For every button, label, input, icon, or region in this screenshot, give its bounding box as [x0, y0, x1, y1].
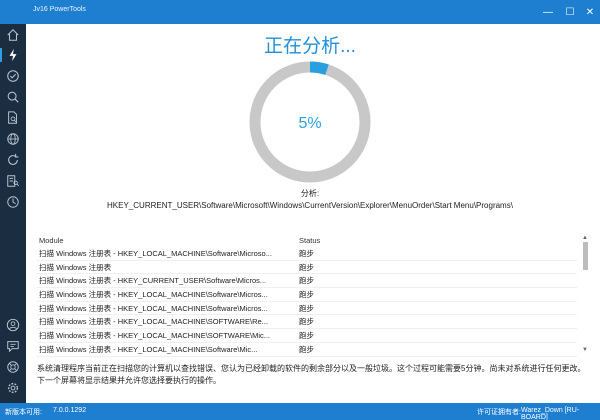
scan-description: 系统清理程序当前正在扫描您的计算机以查找错误、您认为已经卸载的软件的剩余部分以及…: [37, 364, 586, 385]
table-row[interactable]: 扫描 Windows 注册表 - HKEY_CURRENT_USER\Softw…: [37, 274, 577, 289]
scroll-down-arrow[interactable]: ▼: [580, 346, 590, 354]
status-cell: 跑步: [299, 331, 314, 341]
sidebar-item-refresh[interactable]: [4, 151, 22, 169]
module-cell: 扫描 Windows 注册表 - HKEY_LOCAL_MACHINE\SOFT…: [39, 331, 271, 341]
analysis-label: 分析:: [300, 189, 320, 198]
status-cell: 跑步: [299, 344, 314, 354]
progress-percent: 5%: [298, 115, 321, 132]
help-icon: [7, 361, 19, 373]
sidebar-item-settings[interactable]: [4, 379, 22, 397]
sidebar-item-history[interactable]: [4, 193, 22, 211]
chat-icon: [7, 341, 19, 353]
license-label: 许可证拥有者:: [477, 409, 521, 416]
module-cell: 扫描 Windows 注册表 - HKEY_LOCAL_MACHINE\Soft…: [39, 249, 272, 258]
scroll-up-arrow[interactable]: ▲: [580, 234, 590, 242]
status-bar: 新版本可用: 7.0.0.1292 许可证拥有者: Warez_Down [RU…: [0, 403, 600, 420]
close-button[interactable]: ✕: [578, 0, 600, 24]
table-scrollbar[interactable]: ▲ ▼: [580, 234, 590, 354]
analysis-path: HKEY_CURRENT_USER\Software\Microsoft\Win…: [107, 201, 513, 210]
document-search-icon: [7, 175, 19, 187]
table-row[interactable]: 扫描 Windows 注册表 - HKEY_LOCAL_MACHINE\SOFT…: [37, 329, 577, 343]
module-cell: 扫描 Windows 注册表 - HKEY_LOCAL_MACHINE\Soft…: [39, 303, 268, 313]
sidebar-item-file-search[interactable]: [4, 109, 22, 127]
status-cell: 跑步: [299, 276, 314, 286]
home-icon: [7, 29, 19, 41]
settings-icon: [7, 382, 19, 394]
minimize-button[interactable]: —: [536, 0, 560, 24]
status-cell: 跑步: [299, 262, 314, 272]
app-title: Jv16 PowerTools: [33, 6, 86, 13]
table-body: 扫描 Windows 注册表 - HKEY_LOCAL_MACHINE\Soft…: [37, 247, 577, 357]
refresh-icon: [8, 153, 19, 165]
sidebar-item-internet[interactable]: [4, 130, 22, 148]
module-table: Module Status 扫描 Windows 注册表 - HKEY_LOCA…: [37, 234, 592, 357]
sidebar-item-help[interactable]: [4, 358, 22, 376]
module-cell: 扫描 Windows 注册表 - HKEY_LOCAL_MACHINE\Soft…: [39, 290, 268, 300]
table-row[interactable]: 扫描 Windows 注册表 - HKEY_LOCAL_MACHINE\Soft…: [37, 343, 577, 357]
table-row[interactable]: 扫描 Windows 注册表 - HKEY_LOCAL_MACHINE\Soft…: [37, 288, 577, 302]
sidebar-item-check[interactable]: [4, 67, 22, 85]
globe-icon: [7, 133, 19, 145]
license-owner: Warez_Down [RU-BOARD]: [521, 407, 580, 420]
sidebar-item-home[interactable]: [4, 26, 22, 44]
column-header-status[interactable]: Status: [299, 236, 320, 245]
sidebar-item-cleaner[interactable]: [0, 46, 22, 64]
scan-heading: 正在分析...: [264, 36, 356, 57]
sidebar-item-feedback[interactable]: [4, 337, 22, 355]
progress-ring: 5%: [249, 61, 371, 183]
update-available-label: 新版本可用:: [5, 409, 42, 416]
table-row[interactable]: 扫描 Windows 注册表 - HKEY_LOCAL_MACHINE\SOFT…: [37, 315, 577, 330]
sidebar-item-account[interactable]: [4, 316, 22, 334]
table-row[interactable]: 扫描 Windows 注册表 跑步: [37, 261, 577, 275]
file-search-icon: [8, 111, 17, 124]
status-cell: 跑步: [299, 317, 314, 327]
module-cell: 扫描 Windows 注册表: [39, 262, 112, 272]
column-header-module[interactable]: Module: [39, 236, 64, 245]
title-bar: Jv16 PowerTools — ☐ ✕: [0, 0, 600, 24]
module-cell: 扫描 Windows 注册表 - HKEY_LOCAL_MACHINE\SOFT…: [39, 317, 268, 327]
user-icon: [6, 318, 20, 332]
lightning-icon: [9, 48, 17, 62]
table-row[interactable]: 扫描 Windows 注册表 - HKEY_LOCAL_MACHINE\Soft…: [37, 247, 577, 261]
clock-icon: [7, 196, 19, 208]
table-header: Module Status: [37, 234, 577, 247]
check-circle-icon: [7, 70, 19, 82]
status-cell: 跑步: [299, 249, 314, 258]
version-link[interactable]: 7.0.0.1292: [53, 407, 86, 414]
module-cell: 扫描 Windows 注册表 - HKEY_LOCAL_MACHINE\Soft…: [39, 344, 258, 354]
scroll-thumb[interactable]: [583, 242, 588, 270]
status-cell: 跑步: [299, 303, 314, 313]
table-row[interactable]: 扫描 Windows 注册表 - HKEY_LOCAL_MACHINE\Soft…: [37, 302, 577, 316]
sidebar-item-document-search[interactable]: [4, 172, 22, 190]
sidebar-item-search[interactable]: [4, 88, 22, 106]
module-cell: 扫描 Windows 注册表 - HKEY_CURRENT_USER\Softw…: [39, 276, 267, 286]
search-icon: [7, 91, 19, 103]
sidebar: [0, 24, 26, 403]
status-cell: 跑步: [299, 290, 314, 300]
